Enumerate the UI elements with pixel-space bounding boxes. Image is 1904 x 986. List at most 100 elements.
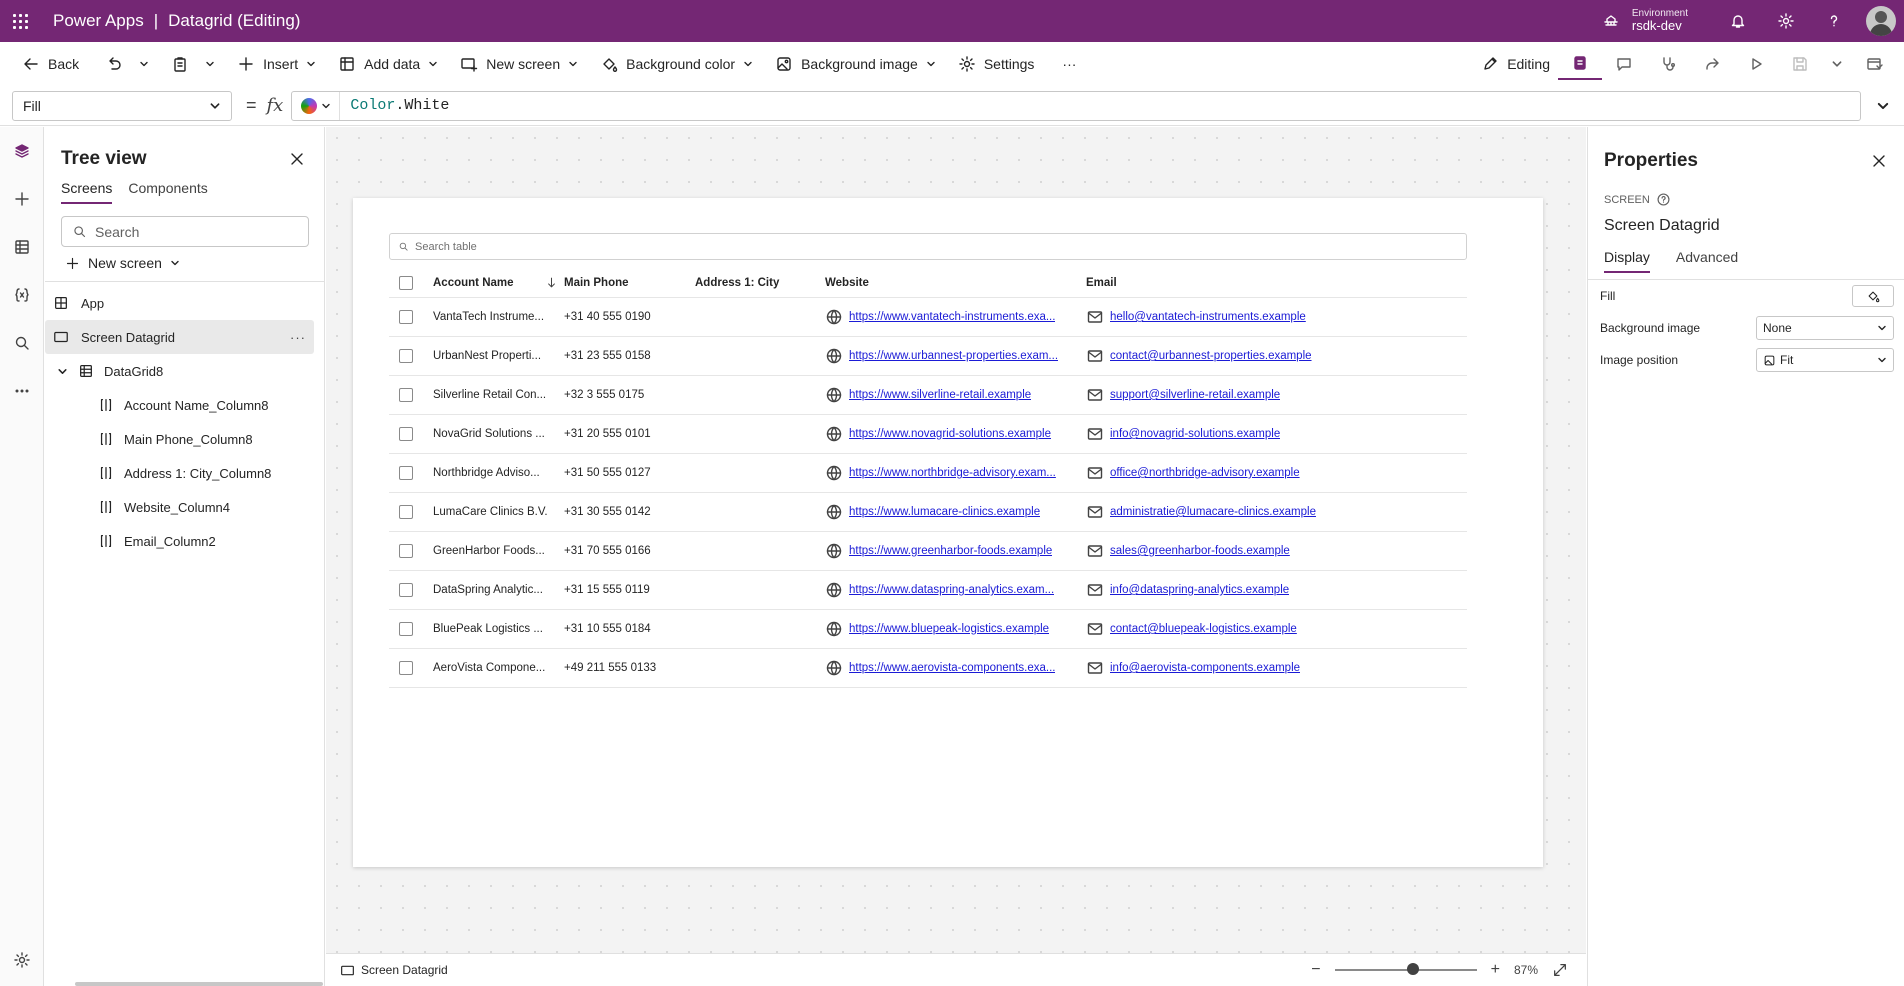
table-row[interactable]: VantaTech Instrume... +31 40 555 0190 http… [389,298,1467,337]
row-checkbox[interactable] [399,583,413,597]
save-dropdown-chevron-icon[interactable] [1822,48,1852,80]
data-rail-icon[interactable] [0,223,44,271]
tab-advanced[interactable]: Advanced [1676,249,1738,273]
copilot-button[interactable] [292,91,341,120]
expand-formula-icon[interactable] [1868,99,1898,113]
tab-display[interactable]: Display [1604,249,1650,273]
fx-icon[interactable]: fx [267,95,284,116]
app-checker-icon[interactable] [1558,48,1602,80]
zoom-slider[interactable] [1334,963,1477,975]
chevron-down-icon[interactable] [57,366,68,377]
add-data-button[interactable]: Add data [330,48,446,80]
cell-email-link[interactable]: support@silverline-retail.example [1110,389,1280,401]
environment-picker[interactable]: Environment rsdk-dev [1602,8,1688,34]
column-header-email[interactable]: Email [1086,277,1467,289]
more-commands-button[interactable]: ··· [1054,48,1084,80]
property-selector[interactable]: Fill [12,90,232,121]
cell-email-link[interactable]: hello@vantatech-instruments.example [1110,311,1306,323]
current-screen-indicator[interactable]: Screen Datagrid [340,963,448,978]
screen-preview[interactable]: Search table Account Name Main Phone Add… [353,198,1543,867]
zoom-in-button[interactable]: + [1491,961,1500,979]
help-circle-icon[interactable] [1656,192,1671,207]
tree-search-input[interactable]: Search [61,216,309,247]
cell-website-link[interactable]: https://www.aerovista-components.exa... [849,662,1055,674]
tree-item-more-button[interactable]: ··· [290,330,306,345]
zoom-slider-thumb[interactable] [1406,963,1419,975]
table-row[interactable]: Silverline Retail Con... +32 3 555 0175 ht… [389,376,1467,415]
image-position-dropdown[interactable]: Fit [1756,348,1894,372]
background-color-button[interactable]: Background color [592,48,761,80]
column-header-account-name[interactable]: Account Name [433,276,564,289]
row-checkbox[interactable] [399,388,413,402]
rail-settings-icon[interactable] [0,936,44,984]
row-checkbox[interactable] [399,661,413,675]
back-button[interactable]: Back [14,48,87,80]
cell-website-link[interactable]: https://www.novagrid-solutions.example [849,428,1051,440]
background-image-button[interactable]: Background image [767,48,944,80]
row-checkbox[interactable] [399,544,413,558]
tree-item-column[interactable]: Address 1: City_Column8 [45,456,324,490]
tab-components[interactable]: Components [128,180,207,204]
cell-website-link[interactable]: https://www.bluepeak-logistics.example [849,623,1049,635]
cell-email-link[interactable]: office@northbridge-advisory.example [1110,467,1300,479]
fill-color-picker[interactable] [1852,285,1894,307]
close-icon[interactable] [1870,152,1888,170]
tree-item-column[interactable]: Account Name_Column8 [45,388,324,422]
cell-website-link[interactable]: https://www.lumacare-clinics.example [849,506,1040,518]
paste-dropdown[interactable] [197,48,223,80]
save-icon[interactable] [1778,48,1822,80]
variables-icon[interactable] [0,271,44,319]
table-row[interactable]: DataSpring Analytic... +31 15 555 0119 htt… [389,571,1467,610]
column-header-website[interactable]: Website [825,277,1086,289]
tree-item-screen[interactable]: Screen Datagrid ··· [45,320,314,354]
select-all-checkbox[interactable] [399,275,413,290]
new-screen-button[interactable]: New screen [452,48,586,80]
paste-button[interactable] [163,48,197,80]
user-avatar[interactable] [1866,6,1896,36]
fit-to-window-icon[interactable] [1552,962,1568,978]
share-icon[interactable] [1690,48,1734,80]
search-rail-icon[interactable] [0,319,44,367]
help-icon[interactable] [1810,0,1858,42]
tree-item-column[interactable]: Main Phone_Column8 [45,422,324,456]
cell-email-link[interactable]: info@aerovista-components.example [1110,662,1300,674]
table-row[interactable]: GreenHarbor Foods... +31 70 555 0166 https… [389,532,1467,571]
insert-button[interactable]: Insert [229,48,324,80]
app-launcher-icon[interactable] [1,0,39,42]
undo-button[interactable] [97,48,131,80]
background-image-dropdown[interactable]: None [1756,316,1894,340]
cell-website-link[interactable]: https://www.dataspring-analytics.exam... [849,584,1054,596]
cell-email-link[interactable]: info@novagrid-solutions.example [1110,428,1280,440]
cell-email-link[interactable]: contact@urbannest-properties.example [1110,350,1312,362]
cell-email-link[interactable]: sales@greenharbor-foods.example [1110,545,1290,557]
cell-email-link[interactable]: contact@bluepeak-logistics.example [1110,623,1297,635]
grid-search-input[interactable]: Search table [389,233,1467,260]
row-checkbox[interactable] [399,427,413,441]
formula-input[interactable]: Color.White [291,90,1862,121]
table-row[interactable]: Northbridge Adviso... +31 50 555 0127 http… [389,454,1467,493]
publish-icon[interactable] [1852,48,1896,80]
cell-email-link[interactable]: info@dataspring-analytics.example [1110,584,1289,596]
row-checkbox[interactable] [399,349,413,363]
tree-item-app[interactable]: App [45,286,324,320]
cell-website-link[interactable]: https://www.greenharbor-foods.example [849,545,1052,557]
table-row[interactable]: NovaGrid Solutions ... +31 20 555 0101 htt… [389,415,1467,454]
undo-dropdown[interactable] [131,48,157,80]
settings-gear-icon[interactable] [1762,0,1810,42]
cell-website-link[interactable]: https://www.urbannest-properties.exam... [849,350,1058,362]
comments-icon[interactable] [1602,48,1646,80]
row-checkbox[interactable] [399,466,413,480]
table-row[interactable]: BluePeak Logistics ... +31 10 555 0184 htt… [389,610,1467,649]
tree-item-datagrid[interactable]: DataGrid8 [45,354,324,388]
tree-item-column[interactable]: Website_Column4 [45,490,324,524]
column-header-main-phone[interactable]: Main Phone [564,277,695,289]
new-screen-tree-button[interactable]: New screen [45,247,324,271]
cell-website-link[interactable]: https://www.northbridge-advisory.exam... [849,467,1056,479]
settings-button[interactable]: Settings [950,48,1043,80]
cell-website-link[interactable]: https://www.silverline-retail.example [849,389,1031,401]
row-checkbox[interactable] [399,310,413,324]
cell-email-link[interactable]: administratie@lumacare-clinics.example [1110,506,1316,518]
tree-scrollbar[interactable] [75,982,323,986]
notifications-icon[interactable] [1714,0,1762,42]
column-header-city[interactable]: Address 1: City [695,277,825,289]
